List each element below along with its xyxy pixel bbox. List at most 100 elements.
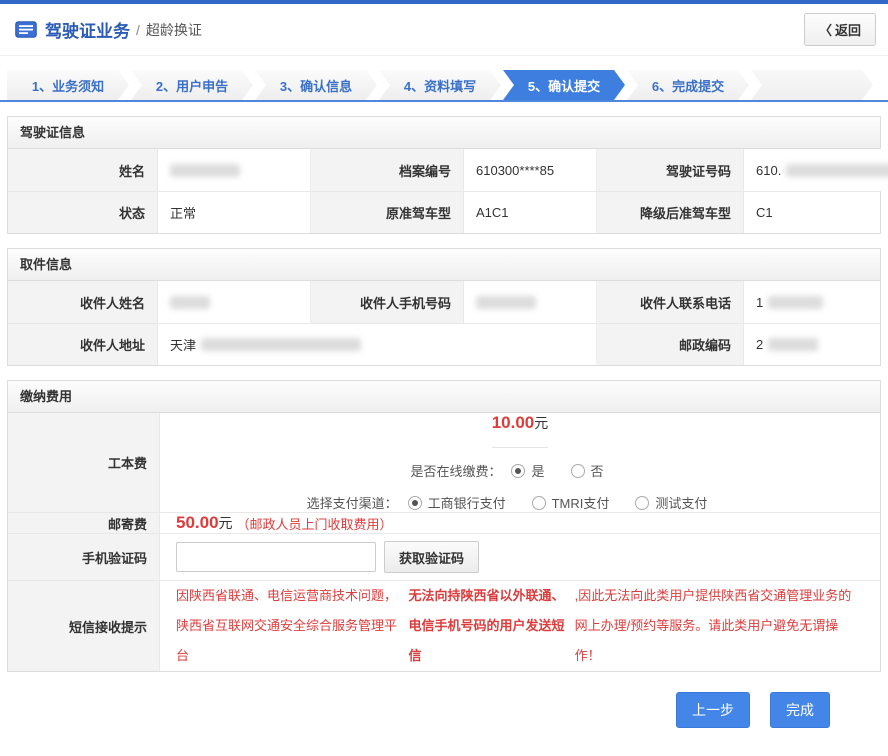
page-title: 驾驶证业务 (45, 17, 130, 42)
postcode-label: 邮政编码 (597, 323, 744, 365)
production-fee-amount: 10.00 (492, 413, 535, 432)
finish-button[interactable]: 完成 (770, 692, 830, 728)
new-class-value: C1 (744, 191, 880, 233)
license-info-section: 驾驶证信息 姓名 档案编号 610300****85 驾驶证号码 610. 状态… (7, 116, 881, 234)
radio-label: 测试支付 (655, 493, 707, 512)
license-no-label: 驾驶证号码 (597, 149, 744, 191)
pay-channel-question: 选择支付渠道： (307, 493, 398, 512)
captcha-row: 获取验证码 (160, 533, 880, 580)
step-label: 1、业务须知 (32, 76, 104, 95)
get-captcha-button[interactable]: 获取验证码 (384, 541, 479, 573)
status-label: 状态 (8, 191, 158, 233)
new-class-label: 降级后准驾车型 (597, 191, 744, 233)
radio-label: 工商银行支付 (428, 493, 506, 512)
sms-notice-part2: 无法向持陕西省以外联通、电信手机号码的用户发送短信 (409, 581, 575, 671)
radio-label: 是 (531, 461, 544, 480)
chevron-left-icon (819, 23, 832, 38)
step-tab-4[interactable]: 4、资料填写 (379, 70, 501, 100)
radio-channel-test[interactable]: 测试支付 (635, 493, 707, 512)
step-label: 2、用户申告 (156, 76, 228, 95)
step-label: 4、资料填写 (404, 76, 476, 95)
radio-icon (571, 464, 585, 478)
postage-fee-note: （邮政人员上门收取费用） (237, 514, 393, 533)
step-tab-filler (751, 70, 873, 100)
phone-value: 1 (744, 281, 880, 323)
name-label: 姓名 (8, 149, 158, 191)
step-tab-3[interactable]: 3、确认信息 (255, 70, 377, 100)
sms-notice-part3: ,因此无法向此类用户提供陕西省交通管理业务的网上办理/预约等服务。请此类用户避免… (575, 581, 864, 671)
production-fee-unit: 元 (534, 415, 548, 431)
step-tab-1[interactable]: 1、业务须知 (7, 70, 129, 100)
file-no-label: 档案编号 (311, 149, 464, 191)
redacted-recipient (170, 296, 210, 309)
online-pay-row: 是否在线缴费： 是 否 (410, 461, 629, 480)
postage-fee-amount: 50.00 (176, 513, 219, 533)
radio-channel-icbc[interactable]: 工商银行支付 (408, 493, 506, 512)
previous-step-button[interactable]: 上一步 (676, 692, 750, 728)
license-info-title: 驾驶证信息 (8, 117, 880, 149)
step-tab-5[interactable]: 5、确认提交 (503, 70, 625, 100)
radio-icon (511, 464, 525, 478)
address-label: 收件人地址 (8, 323, 158, 365)
back-button[interactable]: 返回 (804, 13, 876, 46)
production-fee-label: 工本费 (8, 413, 160, 512)
radio-icon (408, 496, 422, 510)
captcha-label: 手机验证码 (8, 533, 160, 580)
address-value: 天津 (158, 323, 597, 365)
radio-icon (635, 496, 649, 510)
mobile-value (464, 281, 597, 323)
captcha-input[interactable] (176, 542, 376, 572)
recipient-label: 收件人姓名 (8, 281, 158, 323)
radio-icon (532, 496, 546, 510)
postage-fee-label: 邮寄费 (8, 512, 160, 533)
step-tab-2[interactable]: 2、用户申告 (131, 70, 253, 100)
step-progress-bar: 1、业务须知 2、用户申告 3、确认信息 4、资料填写 5、确认提交 6、完成提… (0, 70, 888, 102)
footer-actions: 上一步 完成 (0, 672, 888, 728)
redacted-license-no (786, 164, 888, 177)
step-label: 3、确认信息 (280, 76, 352, 95)
breadcrumb-divider: / (136, 22, 140, 38)
radio-channel-tmri[interactable]: TMRI支付 (532, 493, 610, 512)
step-tab-6[interactable]: 6、完成提交 (627, 70, 749, 100)
postage-fee-value: 50.00元 （邮政人员上门收取费用） (160, 512, 880, 533)
pickup-info-title: 取件信息 (8, 249, 880, 281)
status-value: 正常 (158, 191, 311, 233)
postage-fee-unit: 元 (219, 513, 233, 533)
page-header: 驾驶证业务 / 超龄换证 返回 (0, 4, 888, 56)
redacted-address (201, 338, 361, 351)
pay-channel-row: 选择支付渠道： 工商银行支付 TMRI支付 测试支付 (307, 493, 734, 512)
redacted-name (170, 164, 240, 177)
phone-prefix: 1 (756, 295, 763, 310)
breadcrumb-current: 超龄换证 (146, 20, 202, 40)
radio-label: TMRI支付 (552, 493, 610, 512)
postcode-prefix: 2 (756, 337, 763, 352)
sms-notice-text: 因陕西省联通、电信运营商技术问题，陕西省互联网交通安全综合服务管理平台无法向持陕… (160, 580, 880, 671)
redacted-phone (768, 296, 823, 309)
file-no-value: 610300****85 (464, 149, 597, 191)
orig-class-label: 原准驾车型 (311, 191, 464, 233)
sms-notice-label: 短信接收提示 (8, 580, 160, 671)
postcode-value: 2 (744, 323, 880, 365)
online-pay-question: 是否在线缴费： (410, 461, 501, 480)
production-fee-amount-line: 10.00元 (492, 413, 549, 448)
form-list-icon (15, 21, 37, 38)
step-label: 6、完成提交 (652, 76, 724, 95)
orig-class-value: A1C1 (464, 191, 597, 233)
license-no-prefix: 610. (756, 163, 781, 178)
sms-notice-part1: 因陕西省联通、电信运营商技术问题，陕西省互联网交通安全综合服务管理平台 (176, 581, 409, 671)
phone-label: 收件人联系电话 (597, 281, 744, 323)
radio-online-no[interactable]: 否 (571, 461, 604, 480)
radio-label: 否 (591, 461, 604, 480)
license-no-value: 610. (744, 149, 888, 191)
address-prefix: 天津 (170, 335, 196, 354)
production-fee-value: 10.00元 是否在线缴费： 是 否 选择支付渠道： 工商银行支付 (160, 413, 880, 512)
redacted-postcode (768, 338, 818, 351)
step-label: 5、确认提交 (528, 76, 600, 95)
back-button-label: 返回 (835, 23, 861, 38)
fees-section: 缴纳费用 工本费 10.00元 是否在线缴费： 是 否 选择支付渠道： (7, 380, 881, 672)
name-value (158, 149, 311, 191)
radio-online-yes[interactable]: 是 (511, 461, 544, 480)
pickup-info-section: 取件信息 收件人姓名 收件人手机号码 收件人联系电话 1 收件人地址 天津 邮政… (7, 248, 881, 366)
fees-title: 缴纳费用 (8, 381, 880, 413)
redacted-mobile (476, 296, 536, 309)
